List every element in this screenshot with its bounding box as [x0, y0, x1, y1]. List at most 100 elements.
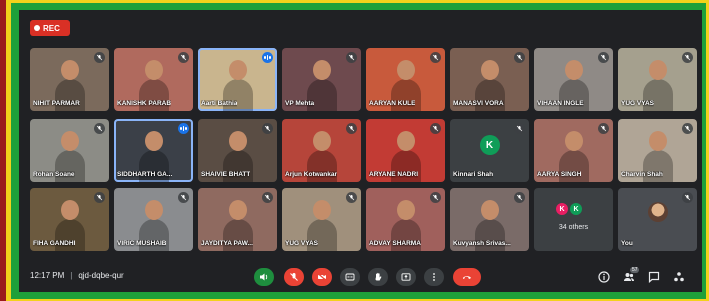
participant-name: SIDDHARTH GA... — [117, 171, 173, 178]
participant-tile[interactable]: Kuvyansh Srivas... — [450, 188, 529, 251]
participant-face — [648, 131, 667, 151]
participant-name: Kuvyansh Srivas... — [453, 240, 511, 247]
mic-off-icon — [430, 192, 441, 203]
participant-name: FIHA GANDHI — [33, 240, 76, 247]
microphone-button[interactable] — [284, 268, 304, 286]
participant-tile[interactable]: K Kinnari Shah — [450, 119, 529, 182]
chat-icon[interactable] — [646, 269, 662, 285]
others-avatar: K — [556, 203, 568, 215]
mic-off-icon — [514, 52, 525, 63]
participant-tile[interactable]: AARYA SINGH — [534, 119, 613, 182]
leave-call-button[interactable] — [453, 268, 481, 286]
raise-hand-button[interactable] — [368, 268, 388, 286]
mic-off-icon — [598, 123, 609, 134]
participant-name: JAYDITYA PAW... — [201, 240, 253, 247]
participant-tile[interactable]: KANISHK PARAB — [114, 48, 193, 111]
captions-button[interactable] — [340, 268, 360, 286]
mic-off-icon — [682, 123, 693, 134]
participant-face — [312, 200, 331, 220]
mic-off-icon — [430, 123, 441, 134]
participant-tile[interactable]: VIHAAN INGLE — [534, 48, 613, 111]
participant-face — [648, 60, 667, 80]
mic-off-icon — [514, 123, 525, 134]
participant-tile[interactable]: SHAIVIE BHATT — [198, 119, 277, 182]
info-separator: | — [70, 271, 73, 280]
mic-off-icon — [346, 123, 357, 134]
participant-tile[interactable]: Rohan Soane — [30, 119, 109, 182]
participant-tile[interactable]: SIDDHARTH GA... — [114, 119, 193, 182]
mic-off-icon — [289, 272, 299, 282]
participant-tile[interactable]: FIHA GANDHI — [30, 188, 109, 251]
mic-off-icon — [430, 52, 441, 63]
participant-face — [396, 60, 415, 80]
meeting-code[interactable]: qjd-dqbe-qur — [78, 271, 123, 280]
camera-button[interactable] — [312, 268, 332, 286]
participant-name: VIHAAN INGLE — [537, 100, 584, 107]
present-button[interactable] — [396, 268, 416, 286]
activities-icon[interactable] — [671, 269, 687, 285]
participant-tile[interactable]: ADVAY SHARMA — [366, 188, 445, 251]
participant-tile[interactable]: Arjun Kotwankar — [282, 119, 361, 182]
participant-name: VIRIC MUSHAIB — [117, 240, 167, 247]
info-icon[interactable] — [596, 269, 612, 285]
participant-face — [60, 131, 79, 151]
mic-off-icon — [682, 52, 693, 63]
mic-off-icon — [94, 52, 105, 63]
mic-off-icon — [346, 192, 357, 203]
participant-name: YUG VYAS — [621, 100, 654, 107]
participant-face — [480, 200, 499, 220]
participant-name: Charvin Shah — [621, 171, 663, 178]
present-icon — [401, 272, 411, 282]
participant-tile[interactable]: MANASVI VORA — [450, 48, 529, 111]
participant-face — [144, 60, 163, 80]
hand-icon — [373, 272, 383, 282]
participant-tile[interactable]: Aarti Bathia — [198, 48, 277, 111]
participant-face — [396, 200, 415, 220]
speaker-icon — [259, 272, 269, 282]
participant-face — [228, 200, 247, 220]
participant-tile[interactable]: YUG VYAS — [282, 188, 361, 251]
recording-label: REC — [43, 23, 60, 33]
meet-window: REC NIHIT PARMAR KANISHK PARAB Aarti Bathi… — [19, 10, 702, 292]
speaking-indicator-icon — [262, 52, 273, 63]
participant-tile[interactable]: NIHIT PARMAR — [30, 48, 109, 111]
participant-tile[interactable]: AARYAN KULE — [366, 48, 445, 111]
others-avatars: KK — [556, 203, 582, 215]
participant-face — [312, 60, 331, 80]
others-avatar: K — [570, 203, 582, 215]
mic-off-icon — [262, 123, 273, 134]
mic-off-icon — [682, 192, 693, 203]
participant-face — [228, 131, 247, 151]
mic-off-icon — [262, 192, 273, 203]
more-options-button[interactable] — [424, 268, 444, 286]
participant-tile[interactable]: JAYDITYA PAW... — [198, 188, 277, 251]
more-vert-icon — [429, 272, 439, 282]
participant-name: AARYAN KULE — [369, 100, 416, 107]
participant-face — [564, 131, 583, 151]
clock-time: 12:17 PM — [30, 271, 65, 280]
participant-name: KANISHK PARAB — [117, 100, 172, 107]
participant-face — [564, 60, 583, 80]
others-label: 34 others — [558, 224, 589, 231]
captions-icon — [345, 272, 355, 282]
meeting-info: 12:17 PM | qjd-dqbe-qur — [30, 271, 124, 280]
participant-tile[interactable]: YUG VYAS — [618, 48, 697, 111]
speaking-indicator-icon — [178, 123, 189, 134]
participant-name: YUG VYAS — [285, 240, 318, 247]
people-icon[interactable]: 57 — [621, 267, 639, 285]
participant-tile[interactable]: ARYANE NADRI — [366, 119, 445, 182]
participant-tile[interactable]: Charvin Shah — [618, 119, 697, 182]
others-tile[interactable]: KK 34 others — [534, 188, 613, 251]
participant-name: VP Mehta — [285, 100, 315, 107]
mic-off-icon — [178, 192, 189, 203]
mic-off-icon — [598, 52, 609, 63]
participant-tile[interactable]: VIRIC MUSHAIB — [114, 188, 193, 251]
participant-count-badge: 57 — [630, 267, 639, 273]
participant-tile[interactable]: VP Mehta — [282, 48, 361, 111]
audio-output-button[interactable] — [254, 268, 274, 286]
participant-name: Kinnari Shah — [453, 171, 494, 178]
participant-name: Arjun Kotwankar — [285, 171, 338, 178]
mic-off-icon — [178, 52, 189, 63]
self-tile[interactable]: You — [618, 188, 697, 251]
participant-name: Rohan Soane — [33, 171, 75, 178]
